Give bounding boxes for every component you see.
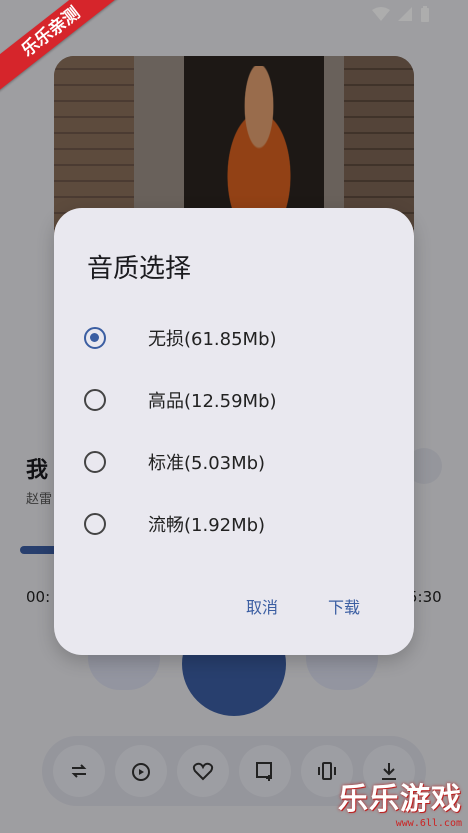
option-high[interactable]: 高品(12.59Mb) (84, 376, 384, 424)
radio-unselected[interactable] (84, 389, 106, 411)
option-label: 流畅(1.92Mb) (148, 515, 266, 536)
option-lossless[interactable]: 无损(61.85Mb) (84, 314, 384, 362)
radio-unselected[interactable] (84, 451, 106, 473)
option-smooth[interactable]: 流畅(1.92Mb) (84, 500, 384, 548)
cancel-button[interactable]: 取消 (246, 594, 278, 618)
option-label: 标准(5.03Mb) (148, 453, 266, 474)
dialog-title: 音质选择 (87, 254, 192, 284)
option-standard[interactable]: 标准(5.03Mb) (84, 438, 384, 486)
option-label: 无损(61.85Mb) (148, 329, 277, 350)
corner-badge: 乐乐亲测 (0, 0, 120, 100)
watermark-brand: 乐乐游戏 (338, 782, 462, 817)
radio-unselected[interactable] (84, 513, 106, 535)
radio-selected[interactable] (84, 327, 106, 349)
option-label: 高品(12.59Mb) (148, 391, 277, 412)
quality-dialog: 音质选择 无损(61.85Mb) 高品(12.59Mb) 标准(5.03Mb) … (54, 208, 414, 655)
badge-text: 乐乐亲测 (0, 0, 120, 100)
download-button[interactable]: 下载 (328, 594, 360, 618)
watermark-url: www.6ll.com (395, 818, 462, 829)
watermark: 乐乐游戏 www.6ll.com (338, 774, 462, 829)
